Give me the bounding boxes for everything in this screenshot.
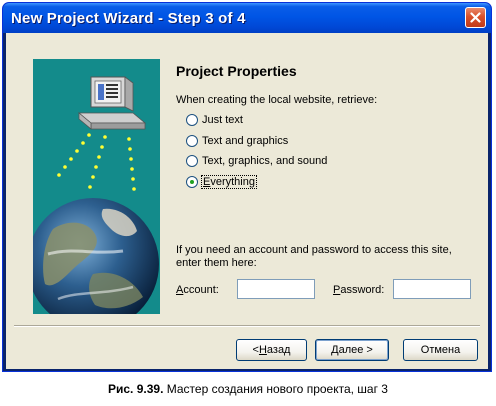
- computer-globe-illustration: [33, 76, 159, 314]
- account-label: Account:: [176, 284, 219, 296]
- option-just-text[interactable]: Just text: [186, 112, 243, 128]
- account-info-text: If you need an account and password to a…: [176, 244, 452, 269]
- password-label: Password:: [333, 284, 385, 296]
- window-title: New Project Wizard - Step 3 of 4: [11, 10, 246, 27]
- separator: [14, 325, 480, 327]
- wizard-window: New Project Wizard - Step 3 of 4 Project…: [2, 2, 492, 372]
- next-button[interactable]: Далее >: [315, 339, 389, 361]
- close-button[interactable]: [465, 7, 486, 28]
- close-icon: [470, 12, 481, 23]
- figure-caption: Рис. 9.39. Мастер создания нового проект…: [108, 382, 388, 396]
- option-label: Everything: [201, 175, 257, 189]
- option-label: Just text: [202, 114, 243, 126]
- wizard-body: Project Properties When creating the loc…: [6, 33, 488, 369]
- radio-button[interactable]: [186, 114, 198, 126]
- globe-icon: [33, 198, 159, 314]
- option-text-graphics-sound[interactable]: Text, graphics, and sound: [186, 153, 327, 169]
- cancel-button[interactable]: Отмена: [403, 339, 478, 361]
- page-heading: Project Properties: [176, 63, 297, 79]
- account-input[interactable]: [237, 279, 315, 299]
- option-label: Text, graphics, and sound: [202, 155, 328, 167]
- radio-button-selected[interactable]: [186, 176, 198, 188]
- retrieve-prompt: When creating the local website, retriev…: [176, 94, 378, 106]
- option-text-and-graphics[interactable]: Text and graphics: [186, 133, 288, 149]
- password-input[interactable]: [393, 279, 471, 299]
- back-button[interactable]: < Назад: [236, 339, 307, 361]
- title-bar[interactable]: New Project Wizard - Step 3 of 4: [3, 3, 491, 33]
- radio-button[interactable]: [186, 135, 198, 147]
- wizard-illustration: [33, 59, 160, 314]
- option-label: Text and graphics: [202, 135, 289, 147]
- option-everything[interactable]: Everything: [186, 174, 257, 190]
- computer-icon: [77, 76, 147, 130]
- radio-button[interactable]: [186, 155, 198, 167]
